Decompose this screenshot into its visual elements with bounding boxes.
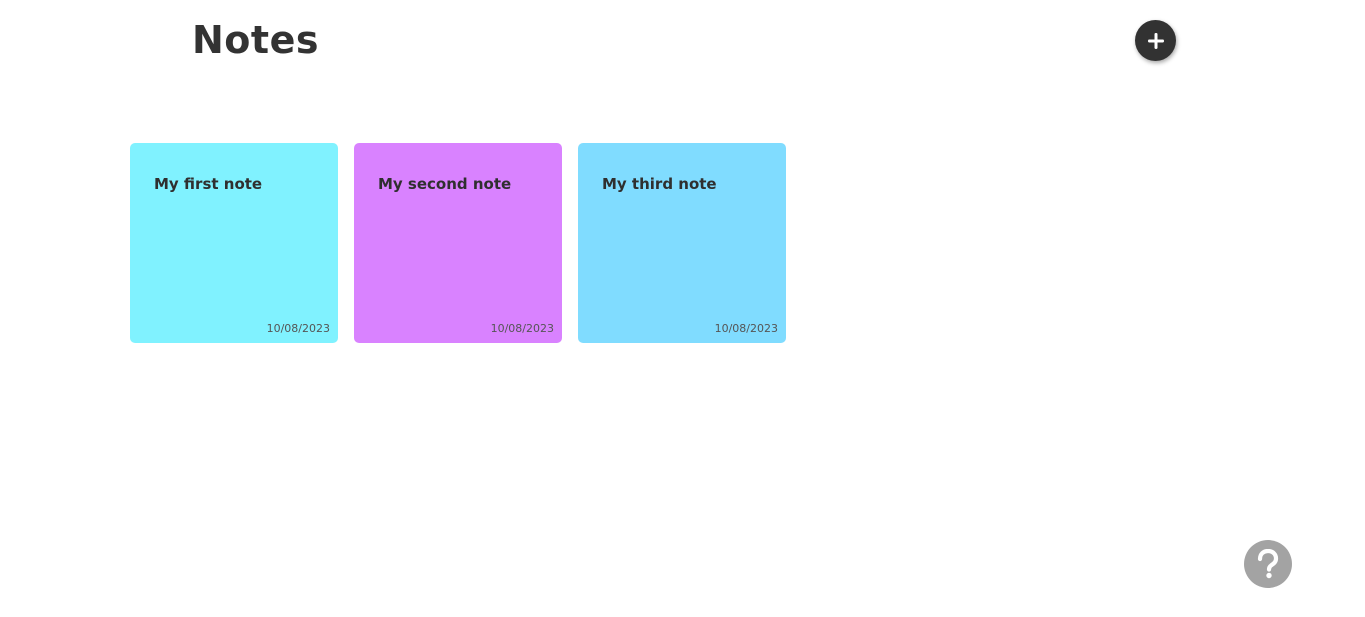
note-title: My third note <box>602 175 717 193</box>
plus-icon <box>1147 32 1164 49</box>
notes-grid: My first note 10/08/2023 My second note … <box>130 143 786 343</box>
note-title: My first note <box>154 175 263 193</box>
note-date: 10/08/2023 <box>266 322 330 335</box>
help-button[interactable] <box>1244 540 1292 588</box>
question-mark-icon <box>1257 549 1279 579</box>
note-card[interactable]: My second note 10/08/2023 <box>354 143 562 343</box>
note-title: My second note <box>378 175 512 193</box>
note-card[interactable]: My third note 10/08/2023 <box>578 143 786 343</box>
note-date: 10/08/2023 <box>490 322 554 335</box>
page-title: Notes <box>192 18 319 62</box>
notes-page: Notes My first note 10/08/2023 My second… <box>0 0 1365 617</box>
note-card[interactable]: My first note 10/08/2023 <box>130 143 338 343</box>
add-note-button[interactable] <box>1135 20 1176 61</box>
note-date: 10/08/2023 <box>714 322 778 335</box>
